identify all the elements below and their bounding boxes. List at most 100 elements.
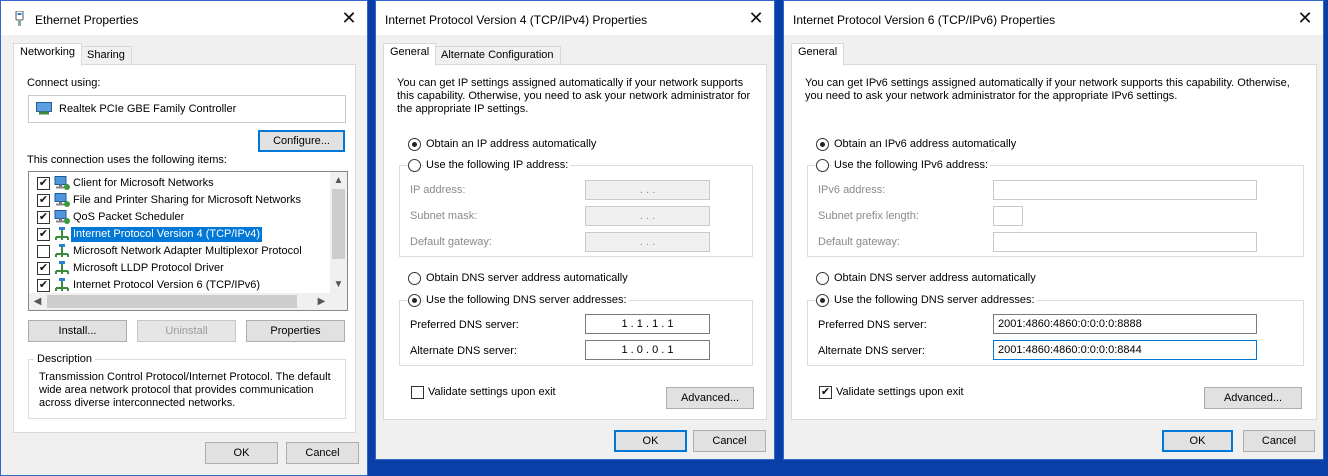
obtain-dns-auto-radio[interactable] — [408, 272, 421, 285]
cancel-button[interactable]: Cancel — [1243, 430, 1315, 452]
item-checkbox[interactable]: ✔ — [37, 194, 50, 207]
horizontal-scrollbar[interactable]: ◀ ▶ — [29, 293, 330, 310]
item-checkbox[interactable]: ✔ — [37, 228, 50, 241]
list-item[interactable]: ✔ Internet Protocol Version 6 (TCP/IPv6) — [29, 277, 347, 294]
item-checkbox[interactable]: ✔ — [37, 177, 50, 190]
item-label: Internet Protocol Version 6 (TCP/IPv6) — [73, 279, 261, 291]
protocol-icon — [54, 244, 70, 259]
item-checkbox[interactable]: ✔ — [37, 262, 50, 275]
items-label: This connection uses the following items… — [27, 154, 227, 166]
close-icon[interactable]: ✕ — [1291, 5, 1319, 33]
ipv4-properties-window: Internet Protocol Version 4 (TCP/IPv4) P… — [375, 0, 775, 460]
preferred-dns-field[interactable]: 2001:4860:4860:0:0:0:0:8888 — [993, 314, 1257, 334]
obtain-ipv6-auto-radio[interactable] — [816, 138, 829, 151]
use-following-dns-label[interactable]: Use the following DNS server addresses: — [832, 294, 1037, 306]
title-bar[interactable]: Ethernet Properties ✕ — [1, 1, 367, 35]
obtain-ip-auto-label[interactable]: Obtain an IP address automatically — [426, 138, 596, 150]
cancel-button[interactable]: Cancel — [286, 442, 359, 464]
vertical-scrollbar[interactable]: ▲ ▼ — [330, 172, 347, 293]
general-tab-page: You can get IP settings assigned automat… — [383, 64, 767, 420]
subnet-mask-label: Subnet mask: — [410, 210, 478, 222]
scroll-thumb[interactable] — [332, 189, 345, 259]
alternate-dns-field[interactable]: 1 . 0 . 0 . 1 — [585, 340, 710, 360]
list-item[interactable]: ✔ Microsoft LLDP Protocol Driver — [29, 260, 347, 277]
list-item[interactable]: Microsoft Network Adapter Multiplexor Pr… — [29, 243, 347, 260]
title-bar[interactable]: Internet Protocol Version 4 (TCP/IPv4) P… — [376, 1, 774, 35]
close-icon[interactable]: ✕ — [335, 5, 363, 33]
network-client-icon — [54, 176, 70, 191]
validate-label[interactable]: Validate settings upon exit — [836, 386, 964, 398]
ipv6-address-field[interactable] — [993, 180, 1257, 200]
obtain-ip-auto-radio[interactable] — [408, 138, 421, 151]
uninstall-button[interactable]: Uninstall — [137, 320, 236, 342]
list-item[interactable]: ✔ File and Printer Sharing for Microsoft… — [29, 192, 347, 209]
scroll-down-icon[interactable]: ▼ — [330, 276, 347, 293]
validate-checkbox[interactable]: ✔ — [819, 386, 832, 399]
ip-address-field[interactable]: . . . — [585, 180, 710, 200]
tab-strip: General — [784, 43, 1323, 66]
use-following-ip-radio[interactable] — [408, 159, 421, 172]
advanced-button[interactable]: Advanced... — [666, 387, 754, 409]
alternate-dns-label: Alternate DNS server: — [410, 345, 517, 357]
preferred-dns-label: Preferred DNS server: — [410, 319, 519, 331]
scroll-thumb[interactable] — [47, 295, 297, 308]
window-title: Ethernet Properties — [35, 13, 139, 27]
list-item[interactable]: ✔ Client for Microsoft Networks — [29, 175, 347, 192]
item-checkbox[interactable]: ✔ — [37, 279, 50, 292]
item-label: Microsoft Network Adapter Multiplexor Pr… — [73, 245, 302, 257]
networking-tab-page: Connect using: Realtek PCIe GBE Family C… — [13, 64, 356, 433]
title-bar[interactable]: Internet Protocol Version 6 (TCP/IPv6) P… — [784, 1, 1323, 35]
use-following-dns-radio[interactable] — [408, 294, 421, 307]
preferred-dns-label: Preferred DNS server: — [818, 319, 927, 331]
components-list[interactable]: ✔ Client for Microsoft Networks ✔ File a… — [28, 171, 348, 311]
advanced-button[interactable]: Advanced... — [1204, 387, 1302, 409]
obtain-dns-auto-label[interactable]: Obtain DNS server address automatically — [834, 272, 1036, 284]
scroll-left-icon[interactable]: ◀ — [29, 293, 46, 310]
connect-using-label: Connect using: — [27, 77, 101, 89]
properties-button[interactable]: Properties — [246, 320, 345, 342]
tab-networking[interactable]: Networking — [13, 43, 83, 66]
obtain-dns-auto-label[interactable]: Obtain DNS server address automatically — [426, 272, 628, 284]
tab-alternate-configuration[interactable]: Alternate Configuration — [434, 46, 561, 65]
use-following-dns-label[interactable]: Use the following DNS server addresses: — [424, 294, 629, 306]
subnet-mask-field[interactable]: . . . — [585, 206, 710, 226]
validate-checkbox[interactable] — [411, 386, 424, 399]
network-service-icon — [54, 193, 70, 208]
default-gateway-label: Default gateway: — [410, 236, 492, 248]
item-checkbox[interactable] — [37, 245, 50, 258]
tab-general[interactable]: General — [383, 43, 437, 66]
install-button[interactable]: Install... — [28, 320, 127, 342]
use-following-dns-radio[interactable] — [816, 294, 829, 307]
ok-button[interactable]: OK — [614, 430, 687, 452]
tab-general[interactable]: General — [791, 43, 845, 66]
alternate-dns-field[interactable]: 2001:4860:4860:0:0:0:0:8844 — [993, 340, 1257, 360]
list-item[interactable]: ✔ Internet Protocol Version 4 (TCP/IPv4) — [29, 226, 347, 243]
item-label: Microsoft LLDP Protocol Driver — [73, 262, 224, 274]
ok-button[interactable]: OK — [1162, 430, 1233, 452]
list-item[interactable]: ✔ QoS Packet Scheduler — [29, 209, 347, 226]
intro-text: You can get IP settings assigned automat… — [397, 77, 751, 115]
protocol-icon — [54, 227, 70, 242]
obtain-dns-auto-radio[interactable] — [816, 272, 829, 285]
default-gateway-field[interactable]: . . . — [585, 232, 710, 252]
default-gateway-label: Default gateway: — [818, 236, 900, 248]
obtain-ipv6-auto-label[interactable]: Obtain an IPv6 address automatically — [834, 138, 1016, 150]
prefix-length-field[interactable] — [993, 206, 1023, 226]
item-label: File and Printer Sharing for Microsoft N… — [73, 194, 302, 206]
preferred-dns-field[interactable]: 1 . 1 . 1 . 1 — [585, 314, 710, 334]
validate-label[interactable]: Validate settings upon exit — [428, 386, 556, 398]
scroll-up-icon[interactable]: ▲ — [330, 172, 347, 189]
use-following-ipv6-radio[interactable] — [816, 159, 829, 172]
use-following-ipv6-label[interactable]: Use the following IPv6 address: — [832, 159, 991, 171]
scroll-right-icon[interactable]: ▶ — [313, 293, 330, 310]
tab-sharing[interactable]: Sharing — [80, 46, 132, 65]
ok-button[interactable]: OK — [205, 442, 278, 464]
default-gateway-field[interactable] — [993, 232, 1257, 252]
close-icon[interactable]: ✕ — [742, 5, 770, 33]
window-title: Internet Protocol Version 4 (TCP/IPv4) P… — [385, 13, 648, 27]
item-checkbox[interactable]: ✔ — [37, 211, 50, 224]
item-label: QoS Packet Scheduler — [73, 211, 185, 223]
configure-button[interactable]: Configure... — [258, 130, 345, 152]
use-following-ip-label[interactable]: Use the following IP address: — [424, 159, 571, 171]
cancel-button[interactable]: Cancel — [693, 430, 766, 452]
